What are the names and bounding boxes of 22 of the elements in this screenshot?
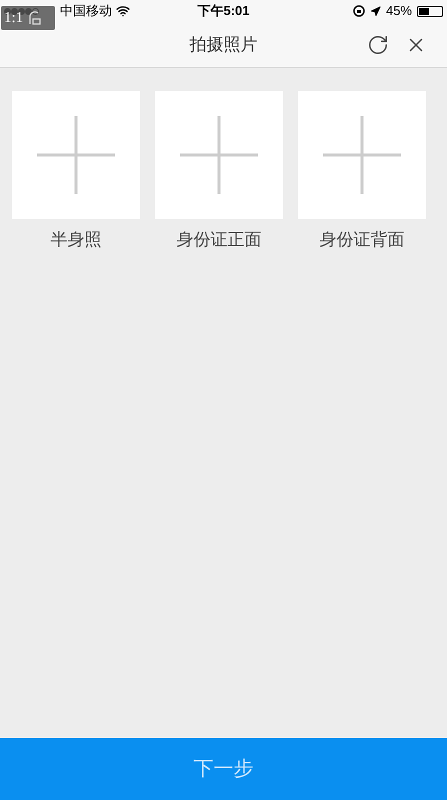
add-photo-button[interactable]: [12, 91, 140, 219]
battery-icon: [417, 6, 443, 16]
next-step-button[interactable]: 下一步: [0, 738, 447, 800]
plus-icon: [323, 116, 401, 194]
carrier-name: 中国移动: [60, 2, 112, 20]
wifi-icon: [116, 4, 130, 18]
status-time: 下午5:01: [197, 2, 250, 20]
photo-slot-label: 身份证正面: [176, 229, 262, 251]
photo-slot-label: 身份证背面: [320, 229, 404, 251]
zoom-label: 1:1: [4, 8, 24, 28]
plus-icon: [180, 116, 258, 194]
battery-percent: 45%: [386, 2, 412, 20]
page-title: 拍摄照片: [190, 34, 258, 56]
location-arrow-icon: [370, 6, 381, 16]
photo-slot-label: 半身照: [50, 229, 102, 251]
refresh-button[interactable]: [367, 34, 389, 56]
rotation-lock-icon: [352, 5, 365, 17]
plus-icon: [37, 116, 115, 194]
add-photo-button[interactable]: [155, 91, 283, 219]
add-photo-button[interactable]: [298, 91, 426, 219]
rotate-screen-icon: [27, 10, 44, 26]
refresh-icon: [367, 34, 389, 56]
